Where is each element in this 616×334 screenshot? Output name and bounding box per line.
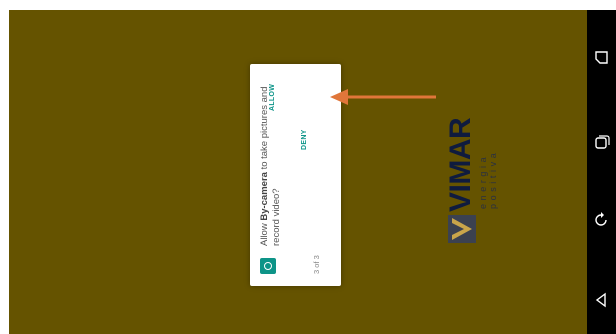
allow-button[interactable]: ALLOW — [269, 84, 276, 111]
app-screen: VIMAR energia positiva Allow By-camera t… — [9, 10, 587, 334]
home-icon — [595, 292, 606, 308]
deny-button[interactable]: DENY — [301, 129, 308, 150]
app-name: By-camera — [259, 172, 270, 221]
logo-tagline: energia positiva — [478, 149, 498, 209]
back-button[interactable] — [587, 200, 616, 240]
navigation-bar — [587, 10, 616, 334]
annotation-arrow-icon — [330, 89, 436, 105]
recents-button[interactable] — [587, 38, 616, 78]
message-prefix: Allow — [259, 220, 270, 246]
vimar-logo-mark-icon — [448, 215, 476, 243]
copy-icon — [595, 135, 610, 149]
camera-icon — [260, 258, 276, 274]
home-button[interactable] — [587, 280, 616, 320]
recents-icon — [595, 51, 608, 64]
logo-brand-text: VIMAR — [444, 117, 477, 212]
back-icon — [595, 212, 607, 226]
permission-counter: 3 of 3 — [312, 255, 321, 274]
overview-button[interactable] — [587, 122, 616, 162]
vimar-logo: VIMAR energia positiva — [444, 110, 498, 243]
